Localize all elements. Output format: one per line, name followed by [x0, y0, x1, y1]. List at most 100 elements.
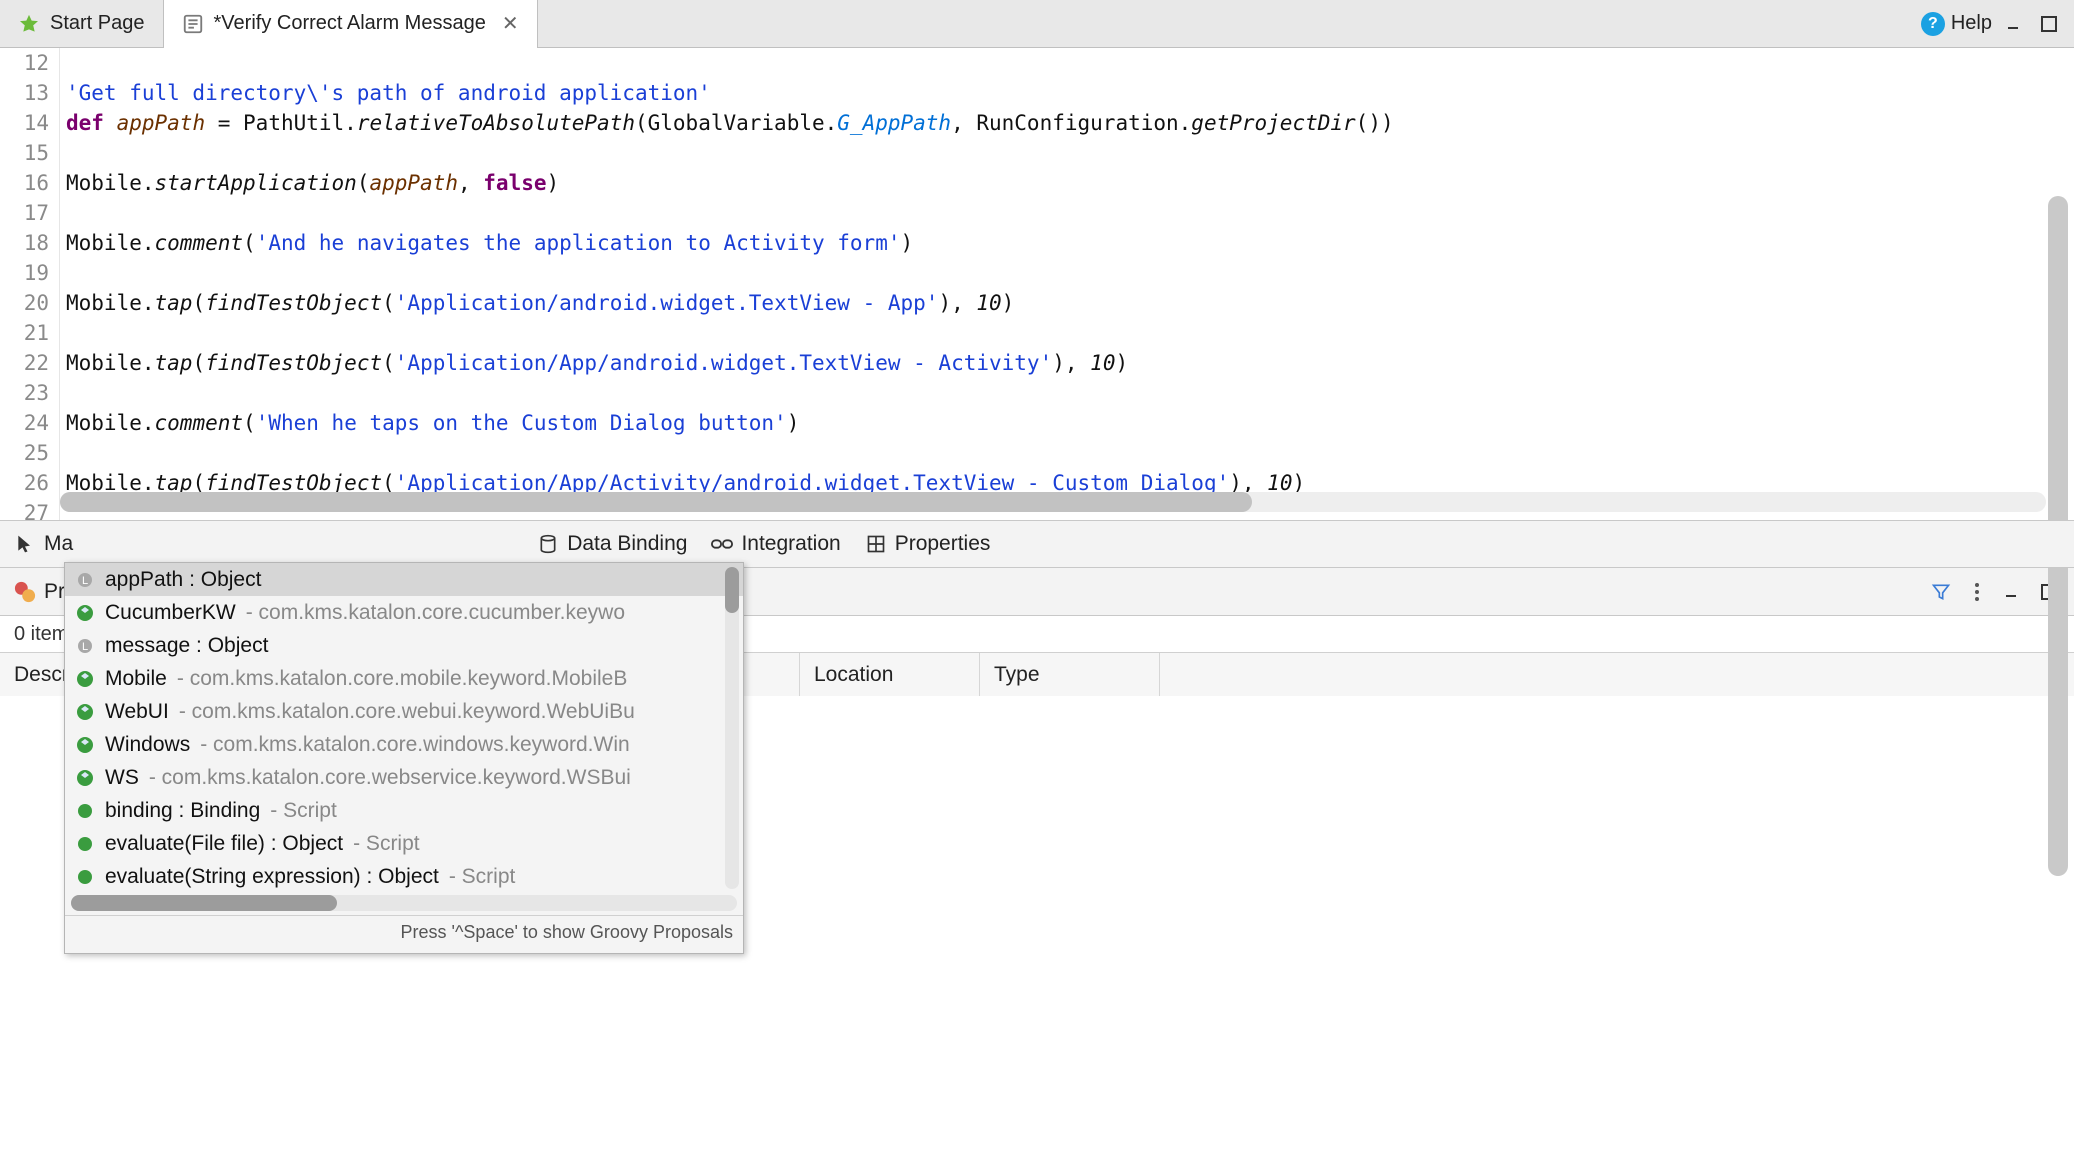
- autocomplete-item[interactable]: Lmessage : Object: [65, 629, 743, 662]
- proposal-cls-icon: [75, 735, 95, 755]
- code-line[interactable]: Mobile.comment('When he taps on the Cust…: [60, 408, 2074, 438]
- autocomplete-hscroll[interactable]: [71, 895, 737, 911]
- autocomplete-item[interactable]: Mobile - com.kms.katalon.core.mobile.key…: [65, 662, 743, 695]
- warning-icon: [14, 581, 36, 603]
- tab-integration[interactable]: Integration: [711, 532, 840, 556]
- help-icon: ?: [1921, 12, 1945, 36]
- tab-verify-alarm[interactable]: *Verify Correct Alarm Message ✕: [164, 0, 538, 48]
- autocomplete-item[interactable]: binding : Binding - Script: [65, 794, 743, 827]
- proposal-cls-icon: [75, 603, 95, 623]
- horizontal-scrollbar[interactable]: [60, 492, 2046, 512]
- code-line[interactable]: [60, 378, 2074, 408]
- tab-manual-label: Ma: [44, 532, 73, 556]
- autocomplete-item[interactable]: Windows - com.kms.katalon.core.windows.k…: [65, 728, 743, 761]
- database-icon: [537, 533, 559, 555]
- code-area[interactable]: 'Get full directory\'s path of android a…: [60, 48, 2074, 520]
- tab-data-binding[interactable]: Data Binding: [537, 532, 687, 556]
- help-label: Help: [1951, 12, 1992, 35]
- autocomplete-item[interactable]: WS - com.kms.katalon.core.webservice.key…: [65, 761, 743, 794]
- proposal-method-icon: [75, 801, 95, 821]
- tab-problems-label: Pr: [44, 580, 65, 604]
- vertical-scrollbar[interactable]: [2048, 56, 2068, 512]
- script-icon: [182, 13, 204, 35]
- editor-bottom-tabs: Ma Data Binding Integration Properties: [0, 520, 2074, 568]
- svg-text:L: L: [82, 575, 88, 587]
- tab-data-binding-label: Data Binding: [567, 532, 687, 556]
- menu-dots-icon[interactable]: [1966, 581, 1988, 603]
- proposal-cls-icon: [75, 669, 95, 689]
- tab-start-page[interactable]: Start Page: [0, 0, 164, 48]
- line-number: 15: [0, 138, 49, 168]
- autocomplete-vscroll-thumb[interactable]: [725, 567, 739, 613]
- tab-properties[interactable]: Properties: [865, 532, 991, 556]
- code-line[interactable]: 'Get full directory\'s path of android a…: [60, 78, 2074, 108]
- line-number: 12: [0, 48, 49, 78]
- line-number: 13: [0, 78, 49, 108]
- tab-problems[interactable]: Pr: [14, 580, 65, 604]
- code-line[interactable]: [60, 258, 2074, 288]
- code-line[interactable]: Mobile.startApplication(appPath, false): [60, 168, 2074, 198]
- line-number: 26: [0, 468, 49, 498]
- line-number: 22: [0, 348, 49, 378]
- autocomplete-item[interactable]: LappPath : Object: [65, 563, 743, 596]
- col-type[interactable]: Type: [980, 653, 1160, 696]
- code-line[interactable]: [60, 198, 2074, 228]
- autocomplete-item[interactable]: evaluate(String expression) : Object - S…: [65, 860, 743, 893]
- line-number: 19: [0, 258, 49, 288]
- code-line[interactable]: [60, 438, 2074, 468]
- line-number: 25: [0, 438, 49, 468]
- proposal-method-icon: [75, 834, 95, 854]
- tab-start-page-label: Start Page: [50, 12, 145, 35]
- code-line[interactable]: def appPath = PathUtil.relativeToAbsolut…: [60, 108, 2074, 138]
- col-location[interactable]: Location: [800, 653, 980, 696]
- close-icon[interactable]: ✕: [502, 11, 519, 36]
- autocomplete-vscroll[interactable]: [725, 567, 739, 889]
- link-icon: [711, 533, 733, 555]
- autocomplete-footer: Press '^Space' to show Groovy Proposals: [65, 915, 743, 953]
- code-line[interactable]: [60, 138, 2074, 168]
- line-number: 21: [0, 318, 49, 348]
- autocomplete-item[interactable]: evaluate(File file) : Object - Script: [65, 827, 743, 860]
- col-spacer: [1160, 653, 2074, 696]
- line-number: 20: [0, 288, 49, 318]
- line-number: 18: [0, 228, 49, 258]
- grid-icon: [865, 533, 887, 555]
- proposal-method-icon: [75, 867, 95, 887]
- proposal-var-icon: L: [75, 636, 95, 656]
- tab-verify-alarm-label: *Verify Correct Alarm Message: [214, 12, 486, 35]
- line-number: 27: [0, 498, 49, 520]
- line-number: 17: [0, 198, 49, 228]
- autocomplete-hscroll-thumb[interactable]: [71, 895, 337, 911]
- tab-bar: Start Page *Verify Correct Alarm Message…: [0, 0, 2074, 48]
- proposal-var-icon: L: [75, 570, 95, 590]
- problems-toolbar: [1930, 581, 2060, 603]
- svg-text:L: L: [82, 641, 88, 653]
- autocomplete-item[interactable]: WebUI - com.kms.katalon.core.webui.keywo…: [65, 695, 743, 728]
- code-line[interactable]: Mobile.tap(findTestObject('Application/a…: [60, 288, 2074, 318]
- filter-icon[interactable]: [1930, 581, 1952, 603]
- line-number: 23: [0, 378, 49, 408]
- line-number-gutter: 1213141516171819202122232425262728293031…: [0, 48, 60, 520]
- code-line[interactable]: Mobile.comment('And he navigates the app…: [60, 228, 2074, 258]
- line-number: 14: [0, 108, 49, 138]
- tab-integration-label: Integration: [741, 532, 840, 556]
- tab-properties-label: Properties: [895, 532, 991, 556]
- help-link[interactable]: ? Help: [1921, 12, 1992, 36]
- horizontal-scrollbar-thumb[interactable]: [60, 492, 1252, 512]
- minimize-panel-icon[interactable]: [2002, 581, 2024, 603]
- line-number: 24: [0, 408, 49, 438]
- code-line[interactable]: [60, 48, 2074, 78]
- autocomplete-popup: LappPath : ObjectCucumberKW - com.kms.ka…: [64, 562, 744, 954]
- code-line[interactable]: [60, 318, 2074, 348]
- autocomplete-item[interactable]: CucumberKW - com.kms.katalon.core.cucumb…: [65, 596, 743, 629]
- top-right-controls: ? Help: [1921, 12, 2074, 36]
- tab-manual[interactable]: Ma: [14, 532, 73, 556]
- maximize-icon[interactable]: [2038, 13, 2060, 35]
- autocomplete-list[interactable]: LappPath : ObjectCucumberKW - com.kms.ka…: [65, 563, 743, 893]
- code-editor[interactable]: 1213141516171819202122232425262728293031…: [0, 48, 2074, 520]
- cursor-icon: [14, 533, 36, 555]
- proposal-cls-icon: [75, 768, 95, 788]
- proposal-cls-icon: [75, 702, 95, 722]
- minimize-icon[interactable]: [2004, 13, 2026, 35]
- code-line[interactable]: Mobile.tap(findTestObject('Application/A…: [60, 348, 2074, 378]
